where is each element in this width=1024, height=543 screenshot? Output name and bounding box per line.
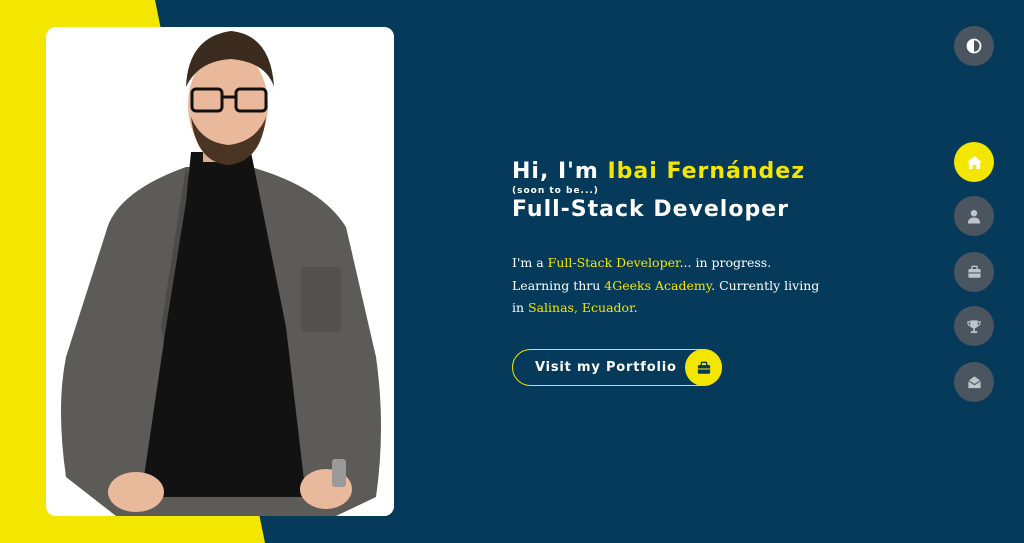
bio-role-highlight: Full-Stack Developer (547, 255, 680, 270)
nav-home-button[interactable] (954, 142, 994, 182)
trophy-icon (966, 319, 982, 334)
profile-photo (46, 27, 394, 516)
bio-place-highlight: Salinas, Ecuador (528, 300, 634, 315)
theme-toggle-button[interactable] (954, 26, 994, 66)
nav-contact-button[interactable] (954, 362, 994, 402)
user-icon (967, 209, 981, 224)
hero-section: Hi, I'm Ibai Fernández (soon to be...) F… (512, 158, 832, 320)
briefcase-icon (967, 265, 982, 279)
nav-achievements-button[interactable] (954, 306, 994, 346)
bio-text-1: I'm a (512, 255, 548, 270)
bio-text-4: . (633, 300, 638, 315)
home-icon (966, 155, 983, 170)
bio-school-highlight: 4Geeks Academy (604, 277, 712, 293)
hero-subnote: (soon to be...) (512, 186, 599, 196)
briefcase-icon (685, 349, 722, 386)
greeting-heading: Hi, I'm Ibai Fernández (512, 158, 832, 186)
hero-bio: I'm a Full-Stack Developer... in progres… (512, 252, 822, 320)
visit-portfolio-label: Visit my Portfolio (535, 360, 677, 375)
greeting-prefix: Hi, I'm (512, 159, 608, 184)
visit-portfolio-button[interactable]: Visit my Portfolio (512, 349, 722, 386)
nav-portfolio-button[interactable] (954, 252, 994, 292)
hero-role: Full-Stack Developer (512, 197, 789, 222)
contrast-icon (966, 38, 982, 54)
hero-name: Ibai Fernández (607, 159, 806, 184)
envelope-open-icon (967, 375, 982, 389)
nav-about-button[interactable] (954, 196, 994, 236)
